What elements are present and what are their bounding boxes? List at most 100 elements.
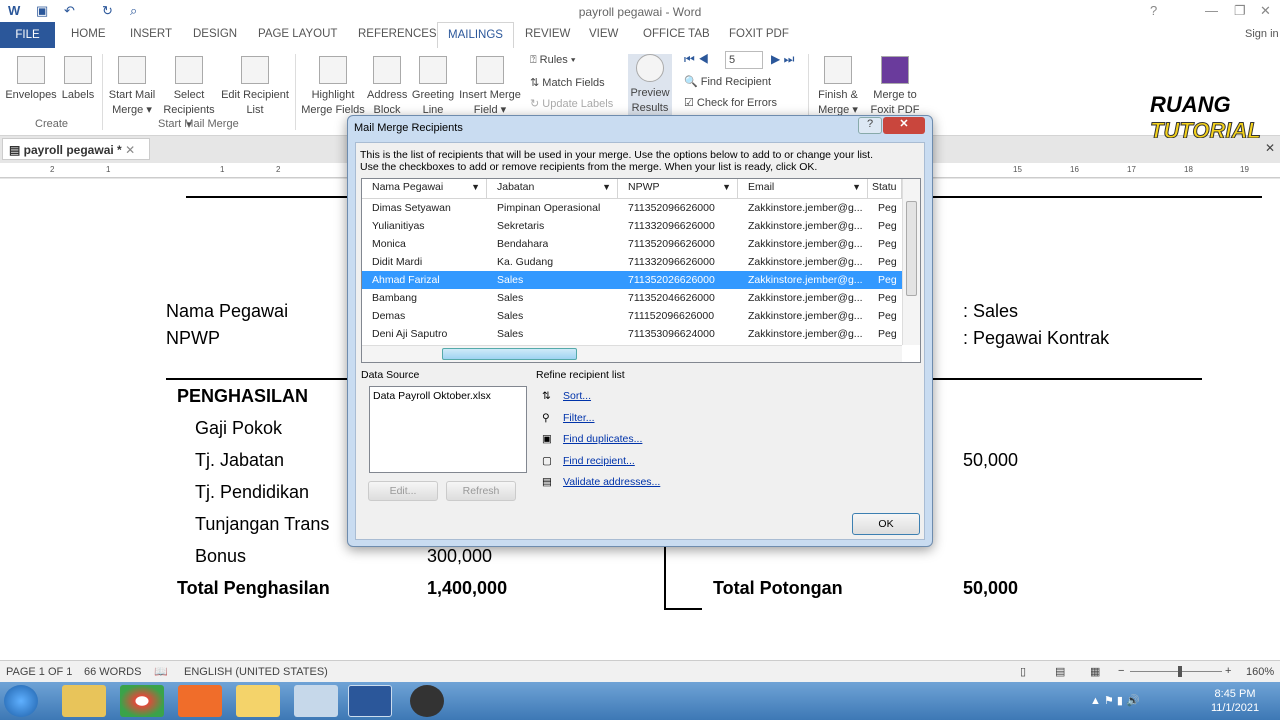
column-label: Nama Pegawai (372, 181, 444, 193)
start-mail-merge-button[interactable]: Start Mail Merge ▾ (106, 56, 158, 118)
clock[interactable]: 8:45 PM 11/1/2021 (1200, 687, 1270, 715)
finish-merge-button[interactable]: Finish & Merge ▾ (815, 56, 861, 118)
sort-link[interactable]: Sort... (563, 390, 591, 402)
zoom-slider-thumb[interactable] (1178, 666, 1182, 677)
filter-link[interactable]: Filter... (563, 412, 595, 424)
close-button[interactable]: ✕ (883, 117, 925, 134)
language[interactable]: ENGLISH (UNITED STATES) (184, 666, 328, 678)
app-taskbar-icon[interactable] (178, 685, 222, 717)
proofing-icon[interactable]: 📖 (154, 665, 168, 678)
tab-page-layout[interactable]: PAGE LAYOUT (258, 28, 337, 40)
find-recipient-link[interactable]: Find recipient... (563, 455, 635, 467)
column-header-jabatan[interactable]: Jabatan ▼ (487, 179, 618, 199)
find-recipient-button[interactable]: 🔍 Find Recipient (684, 75, 771, 88)
envelopes-button[interactable]: Envelopes (5, 56, 57, 103)
insert-merge-field-button[interactable]: Insert Merge Field ▾ (457, 56, 523, 118)
page-count[interactable]: PAGE 1 OF 1 (6, 666, 72, 678)
tab-design[interactable]: DESIGN (193, 28, 237, 40)
close-tab-icon[interactable]: ✕ (125, 143, 135, 157)
tab-review[interactable]: REVIEW (525, 28, 570, 40)
column-header-email[interactable]: Email ▼ (738, 179, 868, 199)
record-number-input[interactable]: 5 (725, 51, 763, 69)
first-record-icon[interactable]: ⏮ ◀ (684, 52, 709, 67)
chrome-taskbar-icon[interactable] (120, 685, 164, 717)
find-duplicates-link[interactable]: Find duplicates... (563, 433, 642, 445)
labels-button[interactable]: Labels (60, 56, 96, 103)
merge-foxit-label: Merge to Foxit PDF (870, 89, 920, 116)
tray-icons[interactable]: ▲ ⚑ ▮ 🔊 (1090, 694, 1140, 707)
help-icon[interactable]: ? (1150, 3, 1157, 18)
tab-file[interactable]: FILE (0, 22, 55, 48)
merge-foxit-button[interactable]: Merge to Foxit PDF (868, 56, 922, 118)
zoom-in-icon[interactable]: + (1225, 665, 1231, 677)
tab-foxit-pdf[interactable]: FOXIT PDF (729, 28, 789, 40)
close-icon[interactable]: ✕ (1260, 3, 1271, 19)
explorer-taskbar-icon[interactable] (62, 685, 106, 717)
dropdown-icon[interactable]: ▼ (722, 182, 731, 192)
table-row[interactable]: Demas Sales 711152096626000 Zakkinstore.jem… (362, 307, 902, 325)
zoom-out-icon[interactable]: − (1118, 665, 1124, 677)
vertical-scrollbar[interactable] (902, 179, 920, 345)
greeting-line-button[interactable]: Greeting Line (410, 56, 456, 118)
refresh-button[interactable]: Refresh (446, 481, 516, 501)
ok-button[interactable]: OK (852, 513, 920, 535)
tab-view[interactable]: VIEW (589, 28, 618, 40)
rules-button[interactable]: ⍰ Rules ▾ (530, 54, 575, 67)
tab-references[interactable]: REFERENCES (358, 28, 437, 40)
table-row[interactable]: Monica Bendahara 711352096626000 Zakkinstor… (362, 235, 902, 253)
tab-office-tab[interactable]: OFFICE TAB (643, 28, 710, 40)
table-row[interactable]: Ahmad Farizal Sales 711352026626000 Zakkins… (362, 271, 902, 289)
table-cell: Zakkinstore.jember@g... (748, 220, 863, 232)
calculator-taskbar-icon[interactable] (294, 685, 338, 717)
tab-insert[interactable]: INSERT (130, 28, 172, 40)
word-taskbar-icon[interactable] (348, 685, 392, 717)
folder-taskbar-icon[interactable] (236, 685, 280, 717)
dropdown-icon[interactable]: ▼ (471, 182, 480, 192)
table-row[interactable]: Bambang Sales 711352046626000 Zakkinstore.j… (362, 289, 902, 307)
table-row[interactable]: Yulianitiyas Sekretaris 711332096626000 Zak… (362, 217, 902, 235)
horizontal-scrollbar[interactable] (362, 345, 902, 362)
dropdown-icon[interactable]: ▼ (852, 182, 861, 192)
preview-results-button[interactable]: Preview Results (628, 54, 672, 116)
doc-tab-payroll[interactable]: ▤ payroll pegawai * ✕ (2, 138, 150, 160)
address-block-button[interactable]: Address Block (367, 56, 407, 118)
match-fields-button[interactable]: ⇅ Match Fields (530, 76, 605, 89)
dropdown-icon[interactable]: ▼ (602, 182, 611, 192)
validate-addresses-link[interactable]: Validate addresses... (563, 476, 660, 488)
web-layout-icon[interactable]: ▦ (1090, 665, 1100, 678)
edit-recipient-list-button[interactable]: Edit Recipient List (220, 56, 290, 118)
scrollbar-thumb[interactable] (442, 348, 577, 360)
close-icon[interactable]: ✕ (1265, 141, 1275, 155)
start-button[interactable] (4, 685, 38, 717)
help-button[interactable]: ? (858, 117, 882, 134)
recipients-table[interactable]: Nama Pegawai ▼ Jabatan ▼ NPWP ▼ Email ▼ Stat… (361, 178, 921, 363)
table-row[interactable]: Didit Mardi Ka. Gudang 711332096626000 Zakk… (362, 253, 902, 271)
edit-button[interactable]: Edit... (368, 481, 438, 501)
table-row[interactable]: Deni Aji Saputro Sales 711353096624000 Zakk… (362, 325, 902, 343)
tab-home[interactable]: HOME (71, 28, 106, 40)
zoom-slider[interactable] (1130, 666, 1222, 677)
next-record-icon[interactable]: ▶ ⏭ (771, 52, 794, 67)
minimize-icon[interactable]: — (1205, 3, 1218, 18)
envelopes-label: Envelopes (5, 89, 57, 101)
scrollbar-thumb[interactable] (906, 201, 917, 296)
read-mode-icon[interactable]: ▯ (1020, 665, 1026, 678)
highlight-merge-fields-button[interactable]: Highlight Merge Fields (300, 56, 366, 118)
tab-mailings[interactable]: MAILINGS (437, 22, 514, 48)
data-source-item[interactable]: Data Payroll Oktober.xlsx (373, 390, 491, 402)
column-header-npwp[interactable]: NPWP ▼ (618, 179, 738, 199)
table-cell: Zakkinstore.jember@g... (748, 328, 863, 340)
table-row[interactable]: Dimas Setyawan Pimpinan Operasional 711352… (362, 199, 902, 217)
word-count[interactable]: 66 WORDS (84, 666, 141, 678)
maximize-icon[interactable]: ❐ (1234, 3, 1246, 19)
zoom-level[interactable]: 160% (1246, 666, 1274, 678)
column-header-nama[interactable]: Nama Pegawai ▼ (362, 179, 487, 199)
print-layout-icon[interactable]: ▤ (1055, 665, 1065, 678)
update-labels-button[interactable]: ↻ Update Labels (530, 97, 613, 110)
sign-in-link[interactable]: Sign in (1245, 28, 1279, 40)
check-errors-button[interactable]: ☑ Check for Errors (684, 96, 777, 109)
data-source-list[interactable]: Data Payroll Oktober.xlsx (369, 386, 527, 473)
time: 8:45 PM (1214, 688, 1256, 700)
obs-taskbar-icon[interactable] (410, 685, 444, 717)
column-header-status[interactable]: Statu (868, 179, 902, 199)
